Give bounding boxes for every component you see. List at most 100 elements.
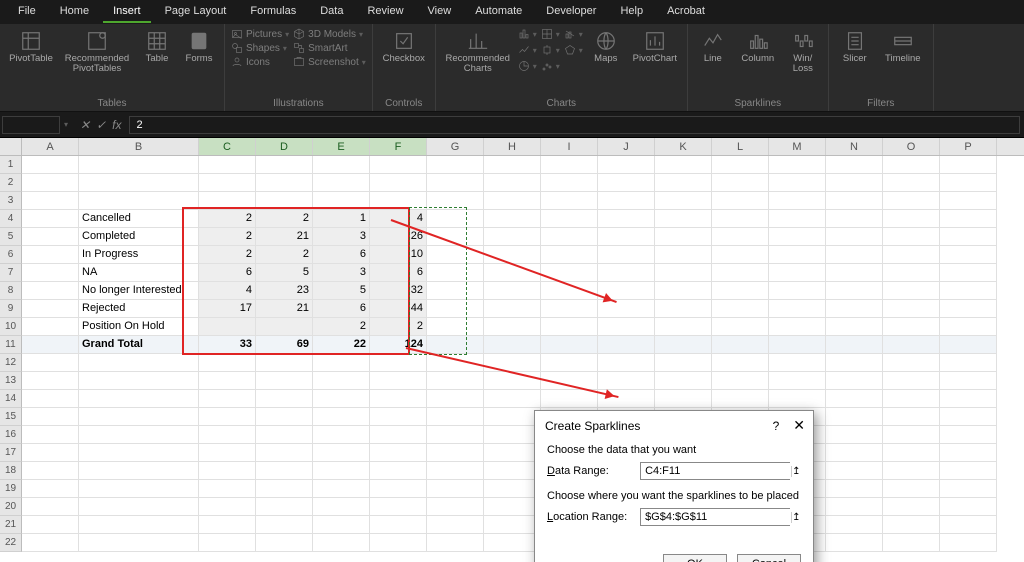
row-header[interactable]: 11 <box>0 336 22 354</box>
cell[interactable] <box>655 300 712 318</box>
cell[interactable] <box>883 390 940 408</box>
cell[interactable] <box>370 372 427 390</box>
data-range-input[interactable] <box>641 463 791 479</box>
cell[interactable]: 22 <box>313 336 370 354</box>
cell[interactable] <box>22 246 79 264</box>
cell[interactable] <box>883 462 940 480</box>
cell[interactable] <box>883 228 940 246</box>
timeline-button[interactable]: Timeline <box>879 28 927 66</box>
cell[interactable] <box>541 228 598 246</box>
cell[interactable] <box>826 516 883 534</box>
cell[interactable]: Position On Hold <box>79 318 199 336</box>
cell[interactable] <box>769 210 826 228</box>
cell[interactable] <box>199 372 256 390</box>
cell[interactable] <box>22 516 79 534</box>
cell[interactable] <box>598 300 655 318</box>
cell[interactable] <box>655 246 712 264</box>
cancel-edit-icon[interactable]: ✕ <box>80 118 90 132</box>
cell[interactable] <box>598 156 655 174</box>
cell[interactable] <box>427 156 484 174</box>
cell[interactable] <box>256 192 313 210</box>
tab-data[interactable]: Data <box>310 1 353 23</box>
cell[interactable] <box>427 246 484 264</box>
cell[interactable] <box>940 408 997 426</box>
chart-scatter-button[interactable]: ▾ <box>541 60 560 72</box>
cell[interactable] <box>769 246 826 264</box>
cell[interactable] <box>79 426 199 444</box>
row-header[interactable]: 14 <box>0 390 22 408</box>
cell[interactable] <box>256 318 313 336</box>
cell[interactable]: 6 <box>199 264 256 282</box>
recommended-charts-button[interactable]: Recommended Charts <box>442 28 514 77</box>
cell[interactable]: 124 <box>370 336 427 354</box>
cell[interactable] <box>655 174 712 192</box>
cell[interactable] <box>22 534 79 552</box>
cell[interactable] <box>484 354 541 372</box>
cell[interactable] <box>256 156 313 174</box>
dialog-close-icon[interactable]: ✕ <box>793 417 805 434</box>
cell[interactable] <box>655 264 712 282</box>
cell[interactable] <box>769 192 826 210</box>
cell[interactable] <box>541 372 598 390</box>
cell[interactable] <box>427 534 484 552</box>
cell[interactable] <box>427 372 484 390</box>
colhead-n[interactable]: N <box>826 138 883 155</box>
cell[interactable] <box>199 156 256 174</box>
cell[interactable] <box>940 210 997 228</box>
cell[interactable] <box>940 426 997 444</box>
cell[interactable] <box>541 336 598 354</box>
cell[interactable] <box>826 246 883 264</box>
cell[interactable]: 2 <box>256 246 313 264</box>
cell[interactable] <box>541 192 598 210</box>
row-header[interactable]: 17 <box>0 444 22 462</box>
cell[interactable] <box>883 516 940 534</box>
cell[interactable] <box>655 156 712 174</box>
cell[interactable] <box>826 192 883 210</box>
cell[interactable] <box>883 246 940 264</box>
cell[interactable] <box>484 426 541 444</box>
cell[interactable] <box>484 156 541 174</box>
cell[interactable] <box>883 192 940 210</box>
cell[interactable]: No longer Interested <box>79 282 199 300</box>
location-range-picker-icon[interactable]: ↥ <box>791 512 800 523</box>
cell[interactable] <box>256 354 313 372</box>
cell[interactable] <box>313 390 370 408</box>
cell[interactable] <box>79 372 199 390</box>
row-header[interactable]: 9 <box>0 300 22 318</box>
cell[interactable] <box>826 390 883 408</box>
row-header[interactable]: 22 <box>0 534 22 552</box>
cell[interactable] <box>427 300 484 318</box>
cell[interactable] <box>484 264 541 282</box>
checkbox-button[interactable]: Checkbox <box>379 28 429 66</box>
cell[interactable] <box>769 318 826 336</box>
cell[interactable] <box>769 282 826 300</box>
row-header[interactable]: 8 <box>0 282 22 300</box>
cell[interactable] <box>256 534 313 552</box>
name-box-input[interactable] <box>2 116 60 134</box>
cell[interactable] <box>79 390 199 408</box>
cell[interactable]: Grand Total <box>79 336 199 354</box>
cell[interactable] <box>769 300 826 318</box>
cell[interactable] <box>199 318 256 336</box>
slicer-button[interactable]: Slicer <box>835 28 875 66</box>
cell[interactable] <box>598 282 655 300</box>
cell[interactable] <box>883 210 940 228</box>
cell[interactable] <box>712 246 769 264</box>
colhead-h[interactable]: H <box>484 138 541 155</box>
cell[interactable] <box>22 426 79 444</box>
cell[interactable] <box>769 390 826 408</box>
sparkline-line-button[interactable]: Line <box>694 28 732 66</box>
cell[interactable] <box>484 282 541 300</box>
cell[interactable]: NA <box>79 264 199 282</box>
cell[interactable]: Rejected <box>79 300 199 318</box>
sparkline-winloss-button[interactable]: Win/ Loss <box>784 28 822 77</box>
screenshot-button[interactable]: Screenshot▾ <box>293 56 366 68</box>
cell[interactable] <box>79 174 199 192</box>
cell[interactable] <box>427 336 484 354</box>
cell[interactable] <box>427 354 484 372</box>
row-header[interactable]: 5 <box>0 228 22 246</box>
cell[interactable] <box>883 372 940 390</box>
colhead-a[interactable]: A <box>22 138 79 155</box>
row-header[interactable]: 4 <box>0 210 22 228</box>
cell[interactable]: 3 <box>313 264 370 282</box>
